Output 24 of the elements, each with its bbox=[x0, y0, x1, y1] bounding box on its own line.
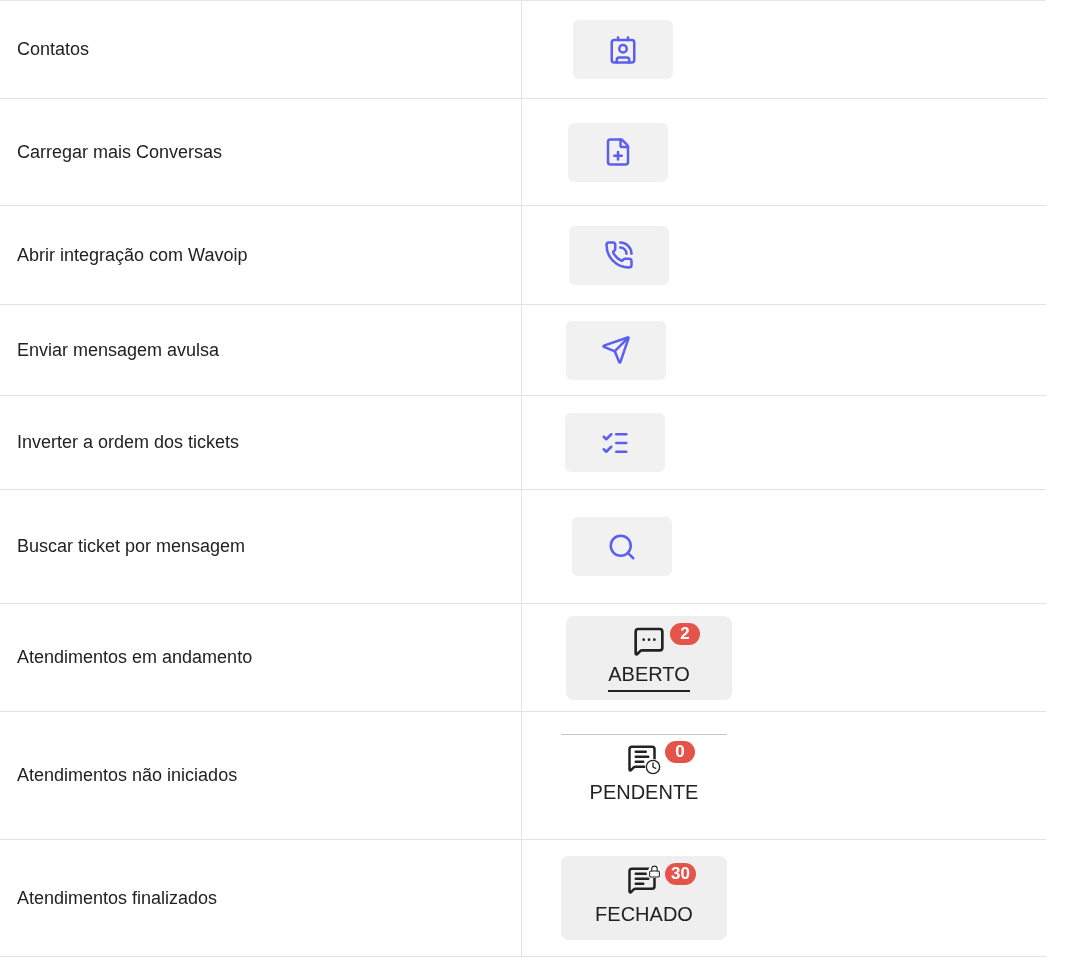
row-description: Buscar ticket por mensagem bbox=[17, 536, 246, 557]
icon-button[interactable] bbox=[566, 320, 666, 380]
icon-button[interactable] bbox=[573, 20, 673, 79]
row-description: Inverter a ordem dos tickets bbox=[17, 432, 240, 453]
status-tab[interactable]: ABERTO 2 bbox=[566, 615, 732, 700]
icon-button[interactable] bbox=[569, 225, 669, 285]
phone-call-icon bbox=[604, 240, 634, 270]
count-badge: 30 bbox=[665, 863, 696, 885]
icon-button[interactable] bbox=[565, 413, 665, 472]
row-description: Enviar mensagem avulsa bbox=[17, 339, 220, 361]
row-description: Contatos bbox=[17, 39, 90, 60]
row-description: Atendimentos finalizados bbox=[17, 887, 218, 909]
icon-button[interactable] bbox=[572, 517, 672, 576]
count-badge: 0 bbox=[665, 740, 695, 763]
row-description: Carregar mais Conversas bbox=[17, 141, 223, 163]
status-tab[interactable]: FECHADO 30 bbox=[561, 856, 727, 940]
count-badge: 2 bbox=[670, 622, 700, 645]
chat-lock-icon bbox=[627, 865, 661, 897]
row-description: Atendimentos não iniciados bbox=[17, 765, 238, 786]
icon-button[interactable] bbox=[568, 122, 668, 182]
row-description: Atendimentos em andamento bbox=[17, 647, 253, 668]
send-icon bbox=[601, 335, 631, 365]
row-description: Abrir integração com Wavoip bbox=[17, 244, 248, 266]
contact-card-icon bbox=[608, 34, 638, 65]
